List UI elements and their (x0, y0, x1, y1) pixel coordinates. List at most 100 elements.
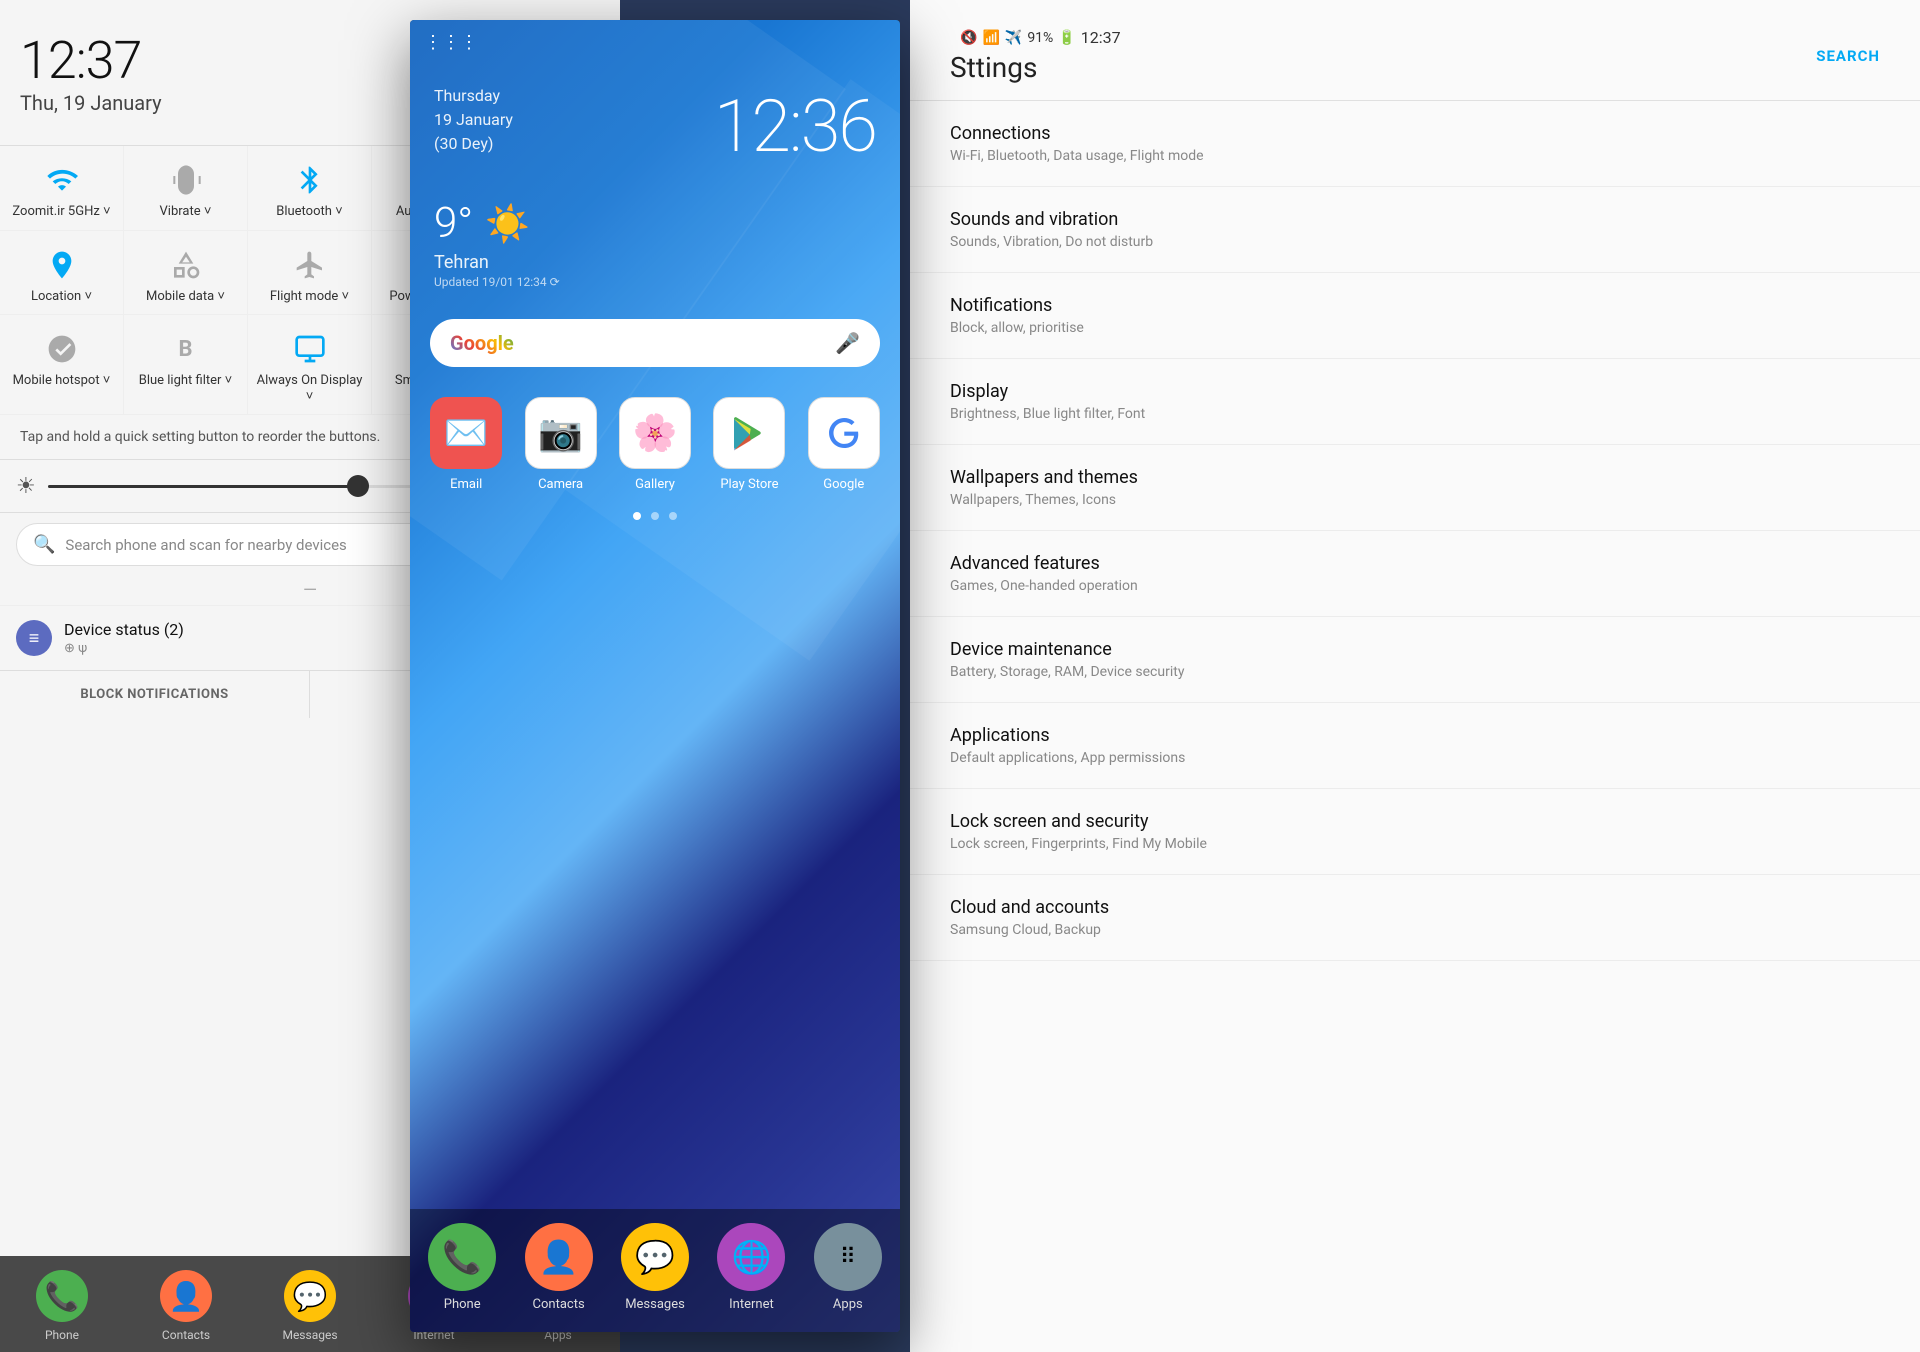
sounds-sub: Sounds, Vibration, Do not disturb (950, 234, 1880, 250)
right-airplane-icon: ✈️ (1005, 30, 1022, 46)
app-gallery[interactable]: 🌸 Gallery (613, 397, 697, 492)
search-placeholder: Search phone and scan for nearby devices (65, 536, 346, 554)
email-icon: ✉️ (430, 397, 502, 469)
phone-dock-apps[interactable]: ⠿ Apps (800, 1223, 896, 1312)
wifi-icon (44, 162, 80, 198)
google-logo: Google (450, 331, 514, 355)
phone-dock-messages[interactable]: 💬 Messages (607, 1223, 703, 1312)
page-dot-3 (669, 512, 677, 520)
app-email[interactable]: ✉️ Email (424, 397, 508, 492)
dock-internet-text: Internet (729, 1297, 774, 1312)
settings-item-notifications[interactable]: Notifications Block, allow, prioritise (910, 273, 1920, 359)
weather-temp: 9° (434, 199, 473, 248)
toggle-location[interactable]: Location ˅ (0, 231, 124, 316)
notifications-sub: Block, allow, prioritise (950, 320, 1880, 336)
page-dot-home (633, 512, 641, 520)
google-app-label: Google (823, 477, 864, 492)
settings-search-button[interactable]: SEARCH (1816, 47, 1880, 65)
toggle-mobilehotspot[interactable]: Mobile hotspot ˅ (0, 315, 124, 415)
block-notifications-button[interactable]: BLOCK NOTIFICATIONS (0, 671, 310, 718)
device-title: Device maintenance (950, 639, 1880, 660)
playstore-icon (713, 397, 785, 469)
settings-header: 🔇 📶 ✈️ 91% 🔋 12:37 Sttings SEARCH (910, 0, 1920, 101)
page-dots (410, 512, 900, 520)
bluetooth-label: Bluetooth ˅ (276, 204, 343, 220)
advanced-title: Advanced features (950, 553, 1880, 574)
display-sub: Brightness, Blue light filter, Font (950, 406, 1880, 422)
settings-item-connections[interactable]: Connections Wi-Fi, Bluetooth, Data usage… (910, 101, 1920, 187)
dock-apps-icon: ⠿ (814, 1223, 882, 1291)
phone-dock-contacts[interactable]: 👤 Contacts (510, 1223, 606, 1312)
settings-panel: 🔇 📶 ✈️ 91% 🔋 12:37 Sttings SEARCH Connec… (910, 0, 1920, 1352)
phone-date-persian: (30 Dey) (434, 132, 513, 156)
email-label: Email (450, 477, 482, 492)
right-mute-icon: 🔇 (960, 30, 977, 46)
app-google[interactable]: Google (802, 397, 886, 492)
toggle-wifi[interactable]: Zoomit.ir 5GHz ˅ (0, 146, 124, 231)
toggle-bluelight[interactable]: B Blue light filter ˅ (124, 315, 248, 415)
toggle-mobiledata[interactable]: Mobile data ˅ (124, 231, 248, 316)
applications-sub: Default applications, App permissions (950, 750, 1880, 766)
lockscreen-title: Lock screen and security (950, 811, 1880, 832)
dock-messages-label: Messages (282, 1328, 337, 1342)
phone-date-time: Thursday 19 January (30 Dey) 12:36 (410, 54, 900, 189)
wallpapers-sub: Wallpapers, Themes, Icons (950, 492, 1880, 508)
google-mic-icon[interactable]: 🎤 (835, 331, 860, 355)
phone-date: Thursday 19 January (30 Dey) (434, 84, 513, 156)
settings-list: Connections Wi-Fi, Bluetooth, Data usage… (910, 101, 1920, 1352)
location-icon (44, 247, 80, 283)
vibrate-icon (168, 162, 204, 198)
google-search-bar[interactable]: Google 🎤 (430, 319, 880, 367)
dock-phone[interactable]: 📞 Phone (0, 1256, 124, 1352)
right-battery-pct: 91% (1027, 30, 1053, 46)
dock-contacts-icon: 👤 (525, 1223, 593, 1291)
phone-date-day: Thursday (434, 84, 513, 108)
brightness-icon: ☀ (16, 474, 36, 499)
settings-item-cloud[interactable]: Cloud and accounts Samsung Cloud, Backup (910, 875, 1920, 961)
phone-dock-phone[interactable]: 📞 Phone (414, 1223, 510, 1312)
wifi-label: Zoomit.ir 5GHz ˅ (12, 204, 110, 220)
search-icon: 🔍 (33, 534, 55, 555)
settings-item-wallpapers[interactable]: Wallpapers and themes Wallpapers, Themes… (910, 445, 1920, 531)
settings-item-display[interactable]: Display Brightness, Blue light filter, F… (910, 359, 1920, 445)
dock-contacts[interactable]: 👤 Contacts (124, 1256, 248, 1352)
settings-item-applications[interactable]: Applications Default applications, App p… (910, 703, 1920, 789)
settings-item-device[interactable]: Device maintenance Battery, Storage, RAM… (910, 617, 1920, 703)
phone-date-full: 19 January (434, 108, 513, 132)
phone-icon: 📞 (36, 1270, 88, 1322)
dock-messages-text: Messages (625, 1297, 685, 1312)
mobilehotspot-label: Mobile hotspot ˅ (13, 373, 111, 389)
phone-dock: 📞 Phone 👤 Contacts 💬 Messages 🌐 Internet… (410, 1209, 900, 1332)
settings-item-sounds[interactable]: Sounds and vibration Sounds, Vibration, … (910, 187, 1920, 273)
settings-title-text: S (950, 51, 967, 84)
dock-internet-icon: 🌐 (717, 1223, 785, 1291)
dock-phone-icon: 📞 (428, 1223, 496, 1291)
location-label: Location ˅ (31, 289, 92, 305)
settings-item-lockscreen[interactable]: Lock screen and security Lock screen, Fi… (910, 789, 1920, 875)
weather-city: Tehran (434, 252, 876, 273)
flightmode-icon (292, 247, 328, 283)
notifications-title: Notifications (950, 295, 1880, 316)
dock-contacts-label: Contacts (162, 1328, 210, 1342)
app-playstore[interactable]: Play Store (707, 397, 791, 492)
mobilehotspot-icon (44, 331, 80, 367)
toggle-flightmode[interactable]: Flight mode ˅ (248, 231, 372, 316)
dock-apps-text: Apps (833, 1297, 863, 1312)
display-title: Display (950, 381, 1880, 402)
gallery-label: Gallery (635, 477, 675, 492)
toggle-bluetooth[interactable]: Bluetooth ˅ (248, 146, 372, 231)
toggle-vibrate[interactable]: Vibrate ˅ (124, 146, 248, 231)
vibrate-label: Vibrate ˅ (160, 204, 212, 220)
app-camera[interactable]: 📷 Camera (518, 397, 602, 492)
bluelight-icon: B (168, 331, 204, 367)
toggle-alwayson[interactable]: Always On Display ˅ (248, 315, 372, 415)
settings-title: Sttings (950, 51, 1121, 84)
lockscreen-sub: Lock screen, Fingerprints, Find My Mobil… (950, 836, 1880, 852)
flightmode-label: Flight mode ˅ (270, 289, 349, 305)
phone-dock-internet[interactable]: 🌐 Internet (703, 1223, 799, 1312)
dock-messages[interactable]: 💬 Messages (248, 1256, 372, 1352)
right-status-bar: 🔇 📶 ✈️ 91% 🔋 12:37 (950, 28, 1121, 47)
settings-item-advanced[interactable]: Advanced features Games, One-handed oper… (910, 531, 1920, 617)
messages-icon: 💬 (284, 1270, 336, 1322)
right-status-icons: 🔇 📶 ✈️ 91% 🔋 12:37 (960, 28, 1121, 47)
